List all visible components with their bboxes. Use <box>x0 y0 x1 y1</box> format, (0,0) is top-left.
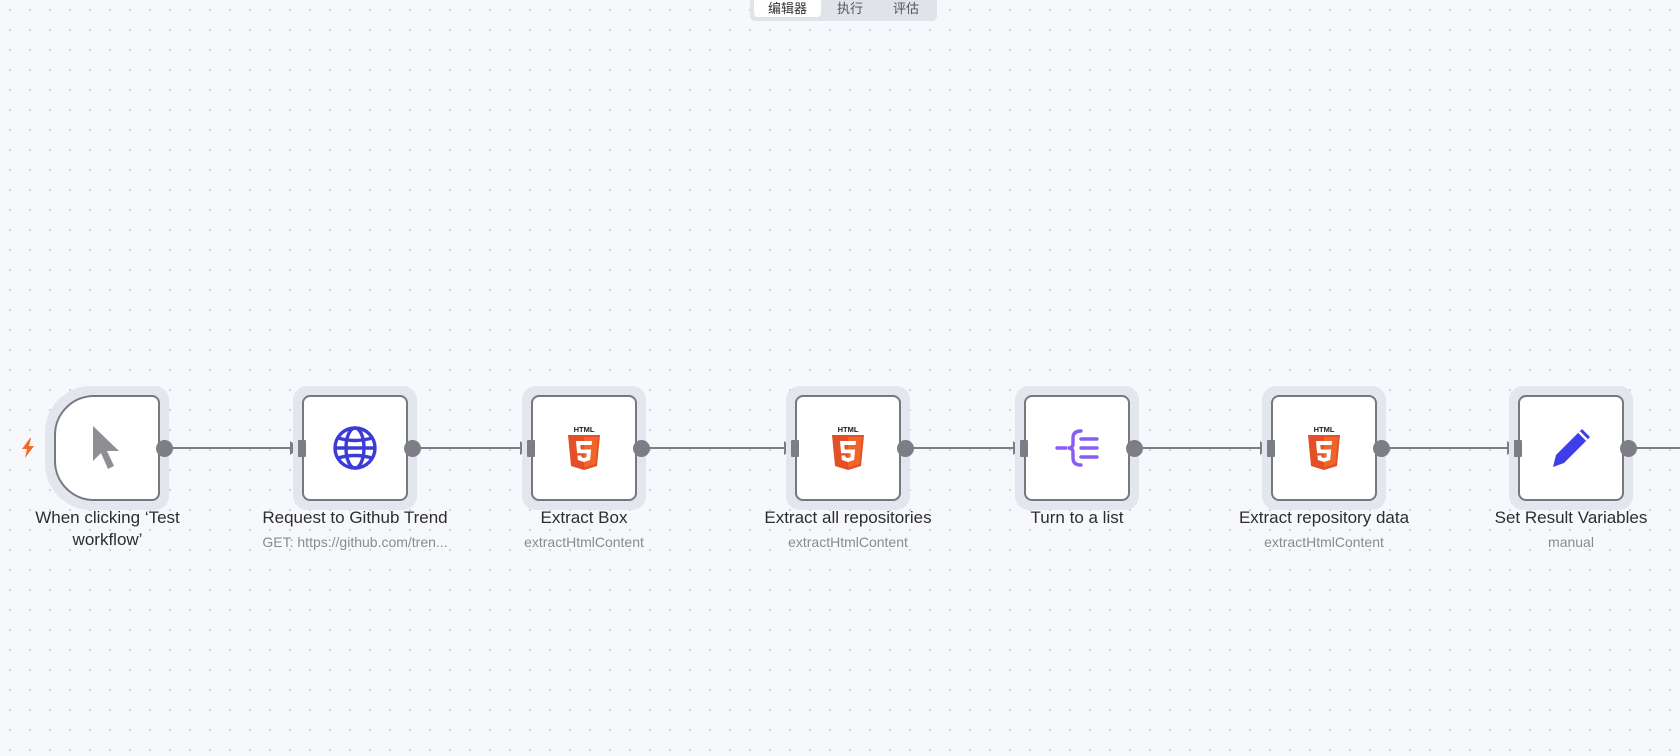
output-port[interactable] <box>1126 440 1143 457</box>
input-port[interactable] <box>527 440 535 457</box>
output-port[interactable] <box>1620 440 1637 457</box>
svg-text:HTML: HTML <box>1314 425 1335 434</box>
node-box: HTML <box>1271 395 1377 501</box>
node-extract-box[interactable]: HTML <box>522 386 650 510</box>
html5-icon: HTML <box>568 425 600 470</box>
node-subtitle: extractHtmlContent <box>524 534 644 550</box>
html5-icon: HTML <box>832 425 864 470</box>
split-list-icon <box>1055 429 1099 467</box>
node-label: Request to Github Trend <box>262 508 448 527</box>
cursor-icon <box>93 426 119 469</box>
node-extract-all-repositories[interactable]: HTML <box>786 386 914 510</box>
node-box: HTML <box>531 395 637 501</box>
output-port[interactable] <box>404 440 421 457</box>
node-subtitle: extractHtmlContent <box>1264 534 1384 550</box>
svg-text:HTML: HTML <box>574 425 595 434</box>
node-box: HTML <box>795 395 901 501</box>
node-extract-repository-data[interactable]: HTML <box>1262 386 1390 510</box>
node-label: Extract all repositories <box>764 508 932 527</box>
output-port[interactable] <box>156 440 173 457</box>
node-box <box>54 395 160 501</box>
node-label: When clicking ‘Test workflow’ <box>35 508 180 549</box>
node-manual-trigger[interactable] <box>45 386 173 510</box>
pencil-icon <box>1553 429 1590 467</box>
input-port[interactable] <box>1020 440 1028 457</box>
globe-icon <box>333 426 377 470</box>
html5-icon: HTML <box>1308 425 1340 470</box>
input-port[interactable] <box>1514 440 1522 457</box>
node-set-result-variables[interactable] <box>1509 386 1637 510</box>
node-subtitle: manual <box>1548 534 1594 550</box>
node-http-request[interactable] <box>293 386 421 510</box>
trigger-bolt-icon <box>22 438 34 458</box>
node-subtitle: extractHtmlContent <box>788 534 908 550</box>
output-port[interactable] <box>897 440 914 457</box>
node-box <box>1518 395 1624 501</box>
node-label: Extract repository data <box>1238 508 1410 527</box>
node-turn-to-list[interactable] <box>1015 386 1143 510</box>
node-label: Extract Box <box>540 508 628 527</box>
input-port[interactable] <box>791 440 799 457</box>
svg-text:HTML: HTML <box>838 425 859 434</box>
node-box <box>302 395 408 501</box>
node-label: Set Result Variables <box>1494 508 1648 527</box>
node-label: Turn to a list <box>1030 508 1124 527</box>
output-port[interactable] <box>1373 440 1390 457</box>
input-port[interactable] <box>1267 440 1275 457</box>
node-box <box>1024 395 1130 501</box>
node-subtitle: GET: https://github.com/tren... <box>262 534 448 550</box>
output-port[interactable] <box>633 440 650 457</box>
connections-layer <box>168 441 1680 455</box>
input-port[interactable] <box>298 440 306 457</box>
